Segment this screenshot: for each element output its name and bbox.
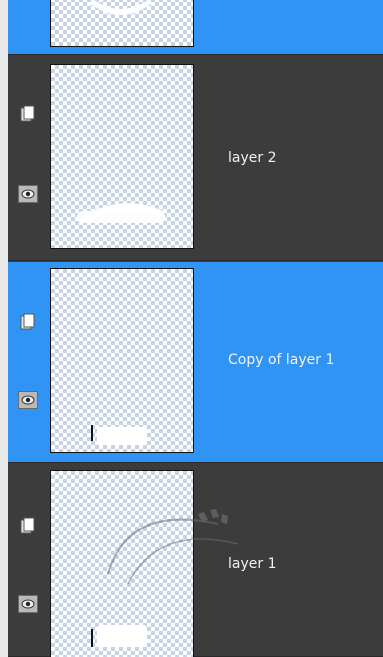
layer-row-layer-1[interactable]: layer 1 bbox=[8, 464, 383, 657]
layer-row-top[interactable] bbox=[8, 0, 383, 55]
watermark-seal bbox=[107, 509, 239, 585]
layer-name: layer 1 bbox=[228, 556, 277, 572]
layer-mask-icon[interactable] bbox=[18, 312, 38, 332]
layer-thumbnail[interactable] bbox=[50, 268, 194, 453]
panel-edge bbox=[0, 0, 8, 657]
eye-icon[interactable] bbox=[18, 390, 38, 410]
eye-icon[interactable] bbox=[18, 184, 38, 204]
layer-name: Copy of layer 1 bbox=[228, 352, 335, 368]
layer-name: layer 2 bbox=[228, 150, 277, 166]
thumbnail-shape bbox=[91, 425, 147, 445]
layers-panel: layer 2 Copy of layer 1 layer 1 bbox=[0, 0, 383, 657]
layer-mask-icon[interactable] bbox=[18, 516, 38, 536]
layer-row-copy-of-layer-1[interactable]: Copy of layer 1 bbox=[8, 262, 383, 463]
layer-mask-icon[interactable] bbox=[18, 104, 38, 124]
layer-row-layer-2[interactable]: layer 2 bbox=[8, 58, 383, 261]
layer-thumbnail[interactable] bbox=[50, 64, 194, 249]
eye-icon[interactable] bbox=[18, 594, 38, 614]
thumbnail-shape bbox=[91, 0, 151, 15]
layer-thumbnail[interactable] bbox=[50, 0, 194, 47]
thumbnail-shape bbox=[77, 203, 165, 223]
